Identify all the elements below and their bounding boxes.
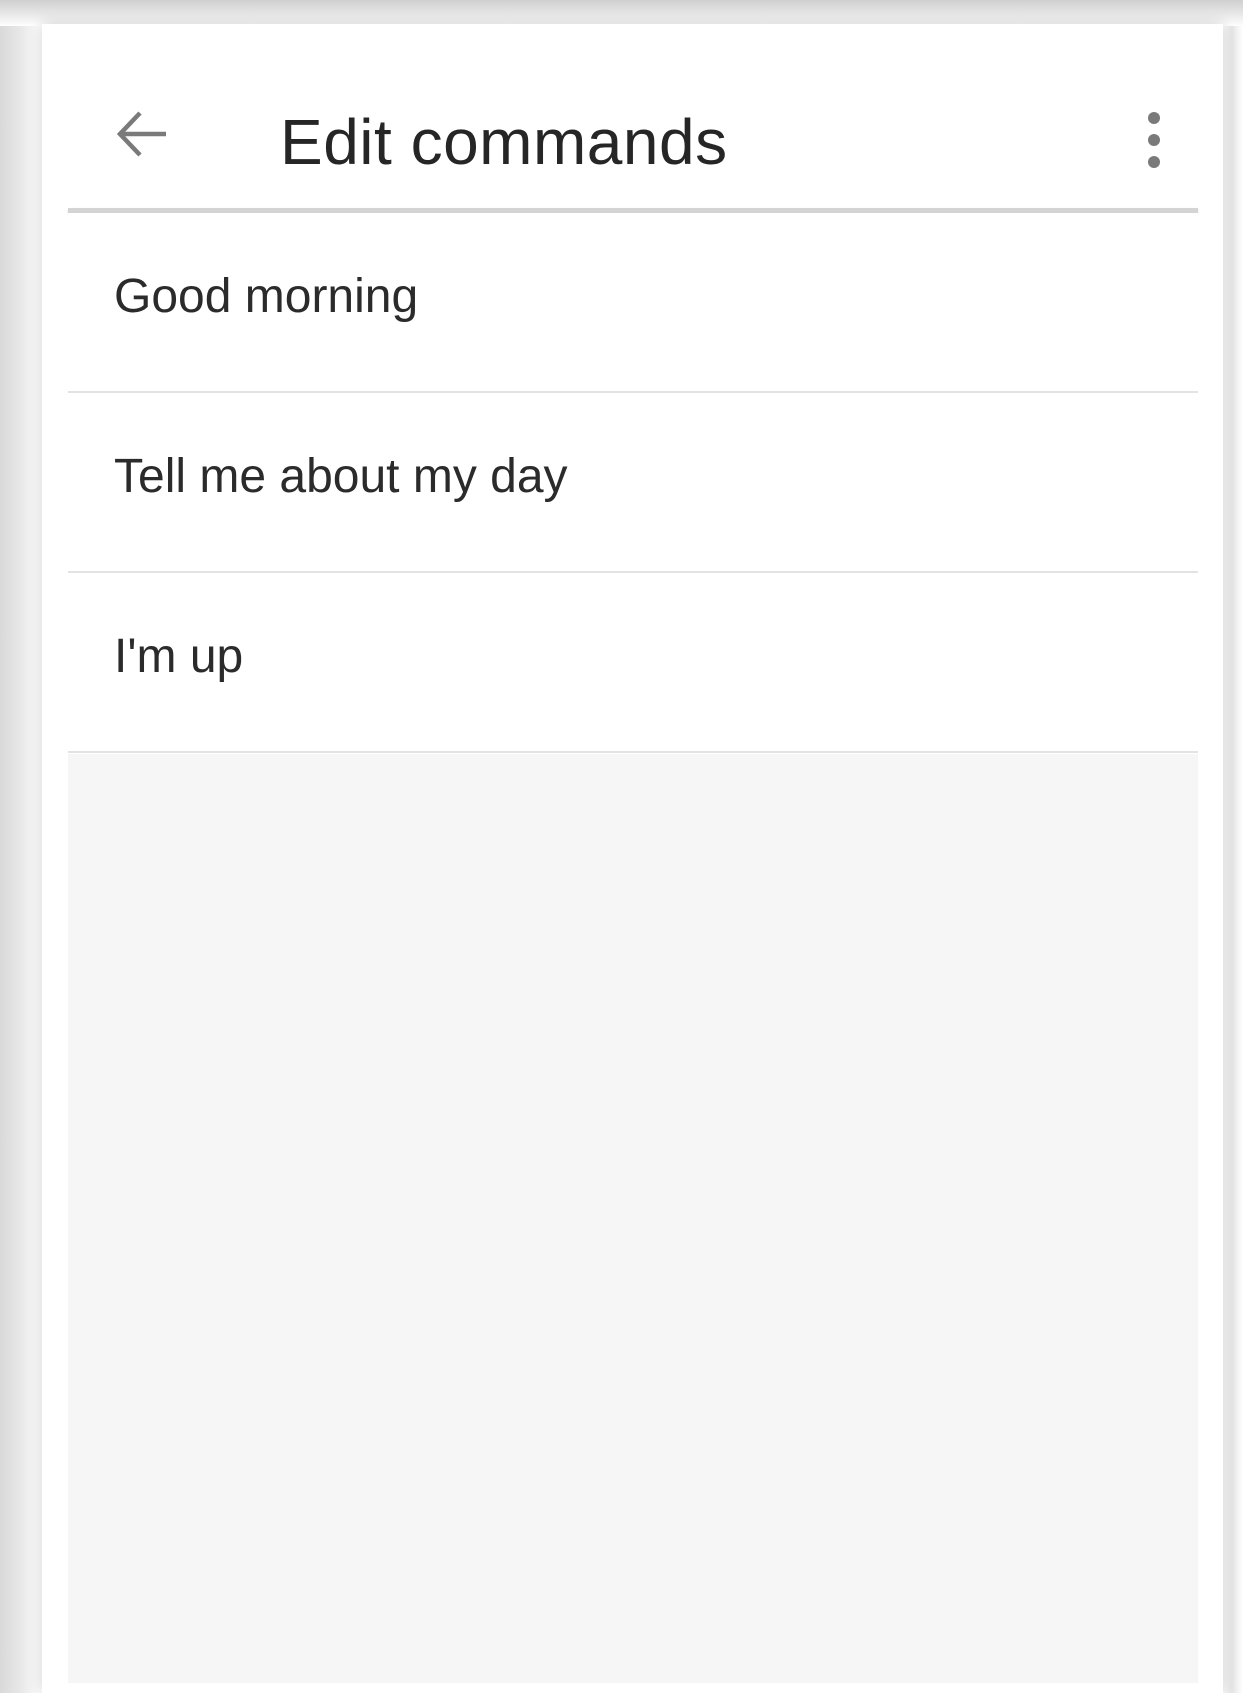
- arrow-back-icon: [116, 111, 166, 157]
- device-frame-top: [0, 0, 1243, 26]
- list-item-tell-me-about-my-day[interactable]: Tell me about my day: [68, 393, 1198, 573]
- command-label: I'm up: [114, 630, 244, 683]
- list-item-good-morning[interactable]: Good morning: [68, 213, 1198, 393]
- empty-list-area: [68, 754, 1198, 1683]
- page-title: Edit commands: [280, 106, 728, 178]
- command-label: Good morning: [114, 270, 419, 323]
- command-list: Good morning Tell me about my day I'm up: [68, 213, 1198, 753]
- back-button[interactable]: [102, 94, 182, 174]
- command-label: Tell me about my day: [114, 450, 568, 503]
- app-bar: Edit commands: [42, 24, 1223, 208]
- overflow-menu-button[interactable]: [1134, 104, 1174, 176]
- more-vert-icon: [1148, 112, 1160, 168]
- list-item-im-up[interactable]: I'm up: [68, 573, 1198, 753]
- screen: Edit commands Good morning Tell me about…: [42, 24, 1223, 1693]
